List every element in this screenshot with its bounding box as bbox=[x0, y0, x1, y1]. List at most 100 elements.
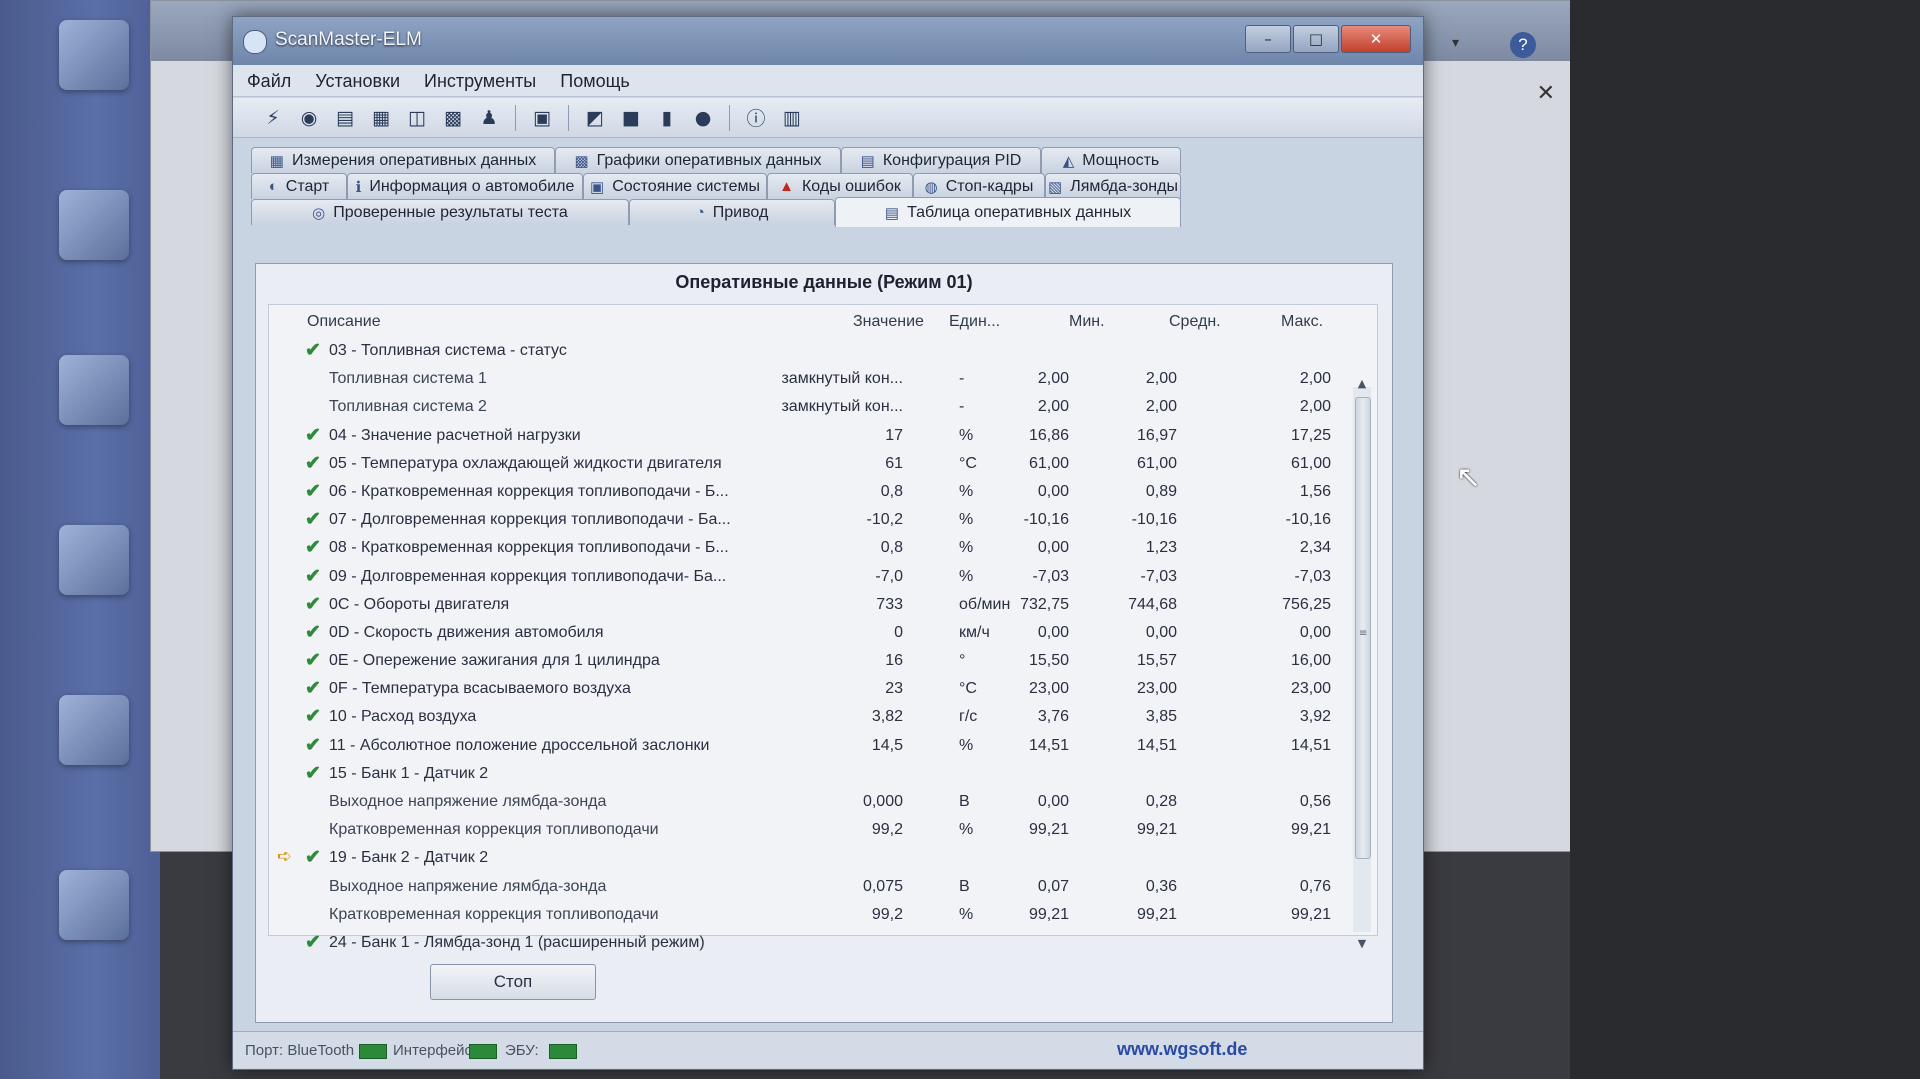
table-row[interactable]: Выходное напряжение лямбда-зонда 0,075 В 0,… bbox=[269, 873, 1349, 901]
table-row[interactable]: Топливная система 2 замкнутый кон... - 2,00… bbox=[269, 393, 1349, 421]
row-description: 15 - Банк 1 - Датчик 2 bbox=[329, 764, 489, 782]
column-value[interactable]: Значение bbox=[853, 313, 924, 331]
check-icon: ✔ bbox=[305, 593, 321, 615]
minimize-button[interactable]: – bbox=[1245, 25, 1291, 53]
row-min: 3,76 bbox=[1037, 708, 1069, 726]
table-row[interactable]: ✔ 04 - Значение расчетной нагрузки 17% 16,8… bbox=[269, 422, 1349, 450]
table-row[interactable]: ✔ 0C - Обороты двигателя 733 об/мин 732,75 74… bbox=[269, 591, 1349, 619]
toolbar: ⚡ ◉ ▤ ▦ ◫ ▩ ♟ ▣ ◩ ■ ▮ ● ⓘ ▥ bbox=[233, 98, 1423, 138]
tab-live-data-table[interactable]: ▤ Таблица оперативных данных bbox=[835, 197, 1181, 227]
info-icon[interactable]: ⓘ bbox=[742, 104, 770, 132]
tab-live-graphs[interactable]: ▩ Графики оперативных данных bbox=[555, 147, 841, 173]
row-avg: 99,21 bbox=[1136, 821, 1177, 839]
row-max: 3,92 bbox=[1299, 708, 1331, 726]
row-description: Топливная система 1 bbox=[329, 370, 487, 388]
menu-settings[interactable]: Установки bbox=[315, 65, 400, 96]
tab-error-codes[interactable]: ▲ Коды ошибок bbox=[767, 173, 913, 199]
row-min: 2,00 bbox=[1037, 370, 1069, 388]
row-min: 99,21 bbox=[1028, 821, 1069, 839]
panel-title: Оперативные данные (Режим 01) bbox=[675, 272, 973, 292]
tab-power[interactable]: ◭ Мощность bbox=[1041, 147, 1181, 173]
table-row[interactable]: ✔ 03 - Топливная система - статус bbox=[269, 337, 1349, 365]
person-icon[interactable]: ♟ bbox=[475, 104, 503, 132]
menu-tools[interactable]: Инструменты bbox=[424, 65, 536, 96]
battery-icon[interactable]: ▮ bbox=[653, 104, 681, 132]
globe-icon[interactable]: ◉ bbox=[295, 104, 323, 132]
table-row[interactable]: ✔ 05 - Температура охлаждающей жидкости д… bbox=[269, 450, 1349, 478]
table-row[interactable]: Выходное напряжение лямбда-зонда 0,000 В 0,… bbox=[269, 788, 1349, 816]
maximize-button[interactable]: □ bbox=[1293, 25, 1339, 53]
table-row[interactable]: ✔ 09 - Долговременная коррекция топливопо… bbox=[269, 563, 1349, 591]
menu-help[interactable]: Помощь bbox=[560, 65, 630, 96]
row-description: 0D - Скорость движения автомобиля bbox=[329, 623, 604, 641]
check-icon: ✔ bbox=[305, 650, 321, 672]
chart-icon[interactable]: ▩ bbox=[439, 104, 467, 132]
table-row[interactable]: ✔ 07 - Долговременная коррекция топливопо… bbox=[269, 506, 1349, 534]
message-icon[interactable]: ◩ bbox=[581, 104, 609, 132]
tab-vehicle-info[interactable]: ℹ Информация о автомобиле bbox=[347, 173, 583, 199]
column-avg[interactable]: Средн. bbox=[1169, 313, 1221, 331]
help-icon[interactable]: ? bbox=[1510, 32, 1536, 58]
desktop-icon[interactable] bbox=[42, 355, 146, 431]
stop-button[interactable]: Стоп bbox=[430, 964, 596, 1000]
table-row[interactable]: ➪ ✔ 19 - Банк 2 - Датчик 2 bbox=[269, 844, 1349, 872]
column-min[interactable]: Мин. bbox=[1069, 313, 1105, 331]
book-icon[interactable]: ▥ bbox=[778, 104, 806, 132]
desktop-icon[interactable] bbox=[42, 190, 146, 266]
close-button[interactable]: ✕ bbox=[1341, 25, 1411, 53]
tab-label: Таблица оперативных данных bbox=[907, 203, 1132, 221]
desktop-icon[interactable] bbox=[42, 20, 146, 96]
background-close-icon[interactable]: ✕ bbox=[1537, 81, 1555, 106]
column-unit[interactable]: Един... bbox=[949, 313, 1000, 331]
connect-icon[interactable]: ⚡ bbox=[259, 104, 287, 132]
table-row[interactable]: ✔ 15 - Банк 1 - Датчик 2 bbox=[269, 760, 1349, 788]
table-icon[interactable]: ▦ bbox=[367, 104, 395, 132]
check-icon: ✔ bbox=[305, 565, 321, 587]
desktop-icon[interactable] bbox=[42, 870, 146, 946]
desktop-icon[interactable] bbox=[42, 695, 146, 771]
table-row[interactable]: ✔ 0E - Опережение зажигания для 1 цилиндр… bbox=[269, 647, 1349, 675]
table-row[interactable]: ✔ 10 - Расход воздуха 3,82 г/с 3,76 3,85 3,92 bbox=[269, 703, 1349, 731]
table-row[interactable]: ✔ 0D - Скорость движения автомобиля 0 км/ч 0… bbox=[269, 619, 1349, 647]
row-min: -10,16 bbox=[1023, 511, 1069, 529]
tab-freeze-frames[interactable]: ◍ Стоп-кадры bbox=[913, 173, 1045, 199]
tab-start[interactable]: ◐ Старт bbox=[251, 173, 347, 199]
table-row[interactable]: ✔ 06 - Кратковременная коррекция топливоп… bbox=[269, 478, 1349, 506]
scroll-up-icon[interactable]: ▲ bbox=[1353, 377, 1371, 390]
power-icon[interactable]: ● bbox=[689, 104, 717, 132]
row-description: 03 - Топливная система - статус bbox=[329, 342, 567, 359]
desktop-icon[interactable] bbox=[42, 525, 146, 601]
title-bar[interactable]: ScanMaster-ELM – □ ✕ bbox=[233, 17, 1423, 65]
row-value: 3,82 bbox=[871, 708, 903, 726]
row-max: 23,00 bbox=[1290, 680, 1331, 698]
column-max[interactable]: Макс. bbox=[1281, 313, 1323, 331]
gauge-icon[interactable]: ◫ bbox=[403, 104, 431, 132]
scroll-down-icon[interactable]: ▼ bbox=[1353, 937, 1371, 950]
scroll-thumb[interactable]: ≡ bbox=[1355, 397, 1371, 859]
table-row[interactable]: ✔ 24 - Банк 1 - Лямбда-зонд 1 (расширенны… bbox=[269, 929, 1349, 957]
table-row[interactable]: ✔ 08 - Кратковременная коррекция топливоп… bbox=[269, 534, 1349, 562]
row-avg: 15,57 bbox=[1136, 652, 1177, 670]
website-link[interactable]: www.wgsoft.de bbox=[1117, 1039, 1247, 1060]
vertical-scrollbar[interactable]: ▲ ≡ ▼ bbox=[1353, 377, 1371, 950]
table-row[interactable]: Кратковременная коррекция топливоподачи 9… bbox=[269, 816, 1349, 844]
row-value: 99,2 bbox=[871, 905, 903, 923]
tab-test-results[interactable]: ◎ Проверенные результаты теста bbox=[251, 199, 629, 225]
tab-drive[interactable]: ◔ Привод bbox=[629, 199, 835, 225]
table-row[interactable]: Кратковременная коррекция топливоподачи 9… bbox=[269, 901, 1349, 929]
clipboard-icon[interactable]: ▣ bbox=[528, 104, 556, 132]
background-dropdown-icon[interactable]: ▾ bbox=[1452, 35, 1459, 51]
row-unit: % bbox=[959, 426, 974, 444]
monitor-icon[interactable]: ■ bbox=[617, 104, 645, 132]
table-row[interactable]: ✔ 0F - Температура всасываемого воздуха 23… bbox=[269, 675, 1349, 703]
row-max: 0,00 bbox=[1299, 623, 1331, 641]
menu-file[interactable]: Файл bbox=[247, 65, 291, 96]
table-row[interactable]: ✔ 11 - Абсолютное положение дроссельной з… bbox=[269, 732, 1349, 760]
table-row[interactable]: Топливная система 1 замкнутый кон... - 2,00… bbox=[269, 365, 1349, 393]
document-icon[interactable]: ▤ bbox=[331, 104, 359, 132]
tab-system-status[interactable]: ▣ Состояние системы bbox=[583, 173, 767, 199]
tab-pid-config[interactable]: ▤ Конфигурация PID bbox=[841, 147, 1041, 173]
tab-lambda-sensors[interactable]: ▧ Лямбда-зонды bbox=[1045, 173, 1181, 199]
tab-live-measurements[interactable]: ▦ Измерения оперативных данных bbox=[251, 147, 555, 173]
column-description[interactable]: Описание bbox=[307, 313, 381, 331]
